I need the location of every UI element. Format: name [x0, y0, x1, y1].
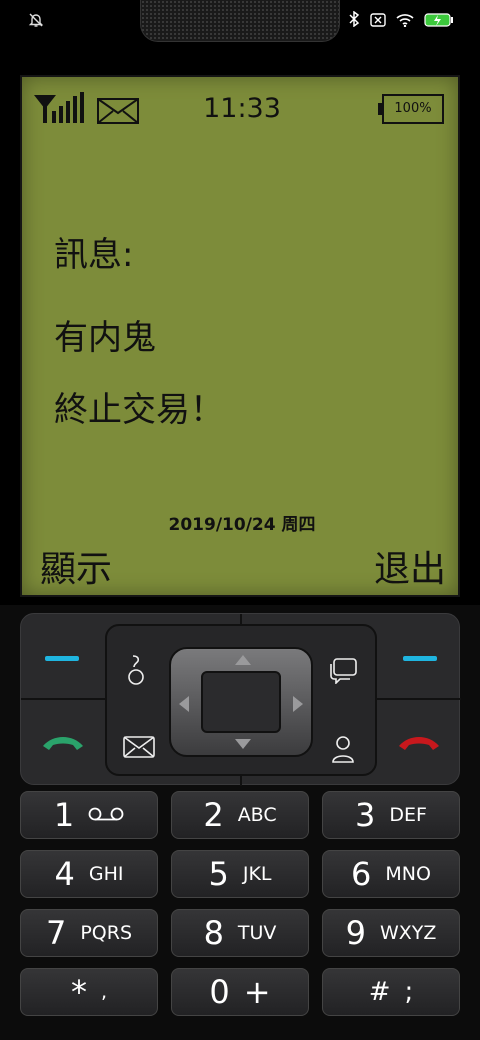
end-call-button[interactable] — [397, 732, 441, 756]
softkey-label-exit[interactable]: 退出 — [374, 540, 446, 592]
key-3[interactable]: 3 DEF — [322, 791, 460, 839]
voicemail-icon — [88, 806, 124, 825]
navigation-block — [20, 613, 461, 786]
keypad: 1 2 ABC 3 DEF 4 GHI 5 JKL 6 MNO 7 PQRS 8… — [0, 605, 480, 1040]
no-sim-icon — [370, 12, 386, 31]
key-star[interactable]: * , — [20, 968, 158, 1016]
message-line-1: 有内鬼 — [54, 318, 156, 358]
key-6[interactable]: 6 MNO — [322, 850, 460, 898]
wifi-icon — [396, 12, 414, 31]
key-hash[interactable]: # ; — [322, 968, 460, 1016]
dpad-center-button[interactable] — [201, 671, 281, 733]
battery-indicator: 100% — [378, 94, 444, 124]
chat-bubbles-icon[interactable] — [329, 658, 357, 688]
battery-charging-icon — [424, 12, 454, 31]
key-9[interactable]: 9 WXYZ — [322, 909, 460, 957]
dpad-up-button[interactable] — [235, 655, 251, 665]
messages-envelope-icon[interactable] — [123, 736, 155, 762]
message-line-2: 終止交易！ — [54, 390, 224, 430]
mute-bell-icon — [28, 12, 44, 32]
key-4[interactable]: 4 GHI — [20, 850, 158, 898]
key-7[interactable]: 7 PQRS — [20, 909, 158, 957]
dpad-right-button[interactable] — [293, 696, 303, 712]
music-note-icon[interactable] — [125, 654, 147, 690]
message-date: 2019/10/24 周四 — [168, 515, 316, 535]
softkey-label-show[interactable]: 顯示 — [40, 540, 112, 592]
key-0[interactable]: 0 + — [171, 968, 309, 1016]
right-softkey-button[interactable] — [403, 656, 437, 661]
earpiece-speaker — [140, 0, 340, 42]
call-button[interactable] — [41, 732, 85, 756]
dpad-down-button[interactable] — [235, 739, 251, 749]
contacts-icon[interactable] — [331, 734, 355, 768]
key-5[interactable]: 5 JKL — [171, 850, 309, 898]
key-8[interactable]: 8 TUV — [171, 909, 309, 957]
lcd-screen: 11:33 100% 訊息: 有内鬼 終止交易！ 2019/10/24 周四 顯… — [20, 75, 460, 597]
status-bar — [0, 0, 480, 42]
message-title: 訊息: — [54, 235, 134, 275]
key-1[interactable]: 1 — [20, 791, 158, 839]
bluetooth-icon — [348, 10, 360, 31]
left-softkey-button[interactable] — [45, 656, 79, 661]
dpad-left-button[interactable] — [179, 696, 189, 712]
dpad — [169, 647, 313, 757]
key-2[interactable]: 2 ABC — [171, 791, 309, 839]
